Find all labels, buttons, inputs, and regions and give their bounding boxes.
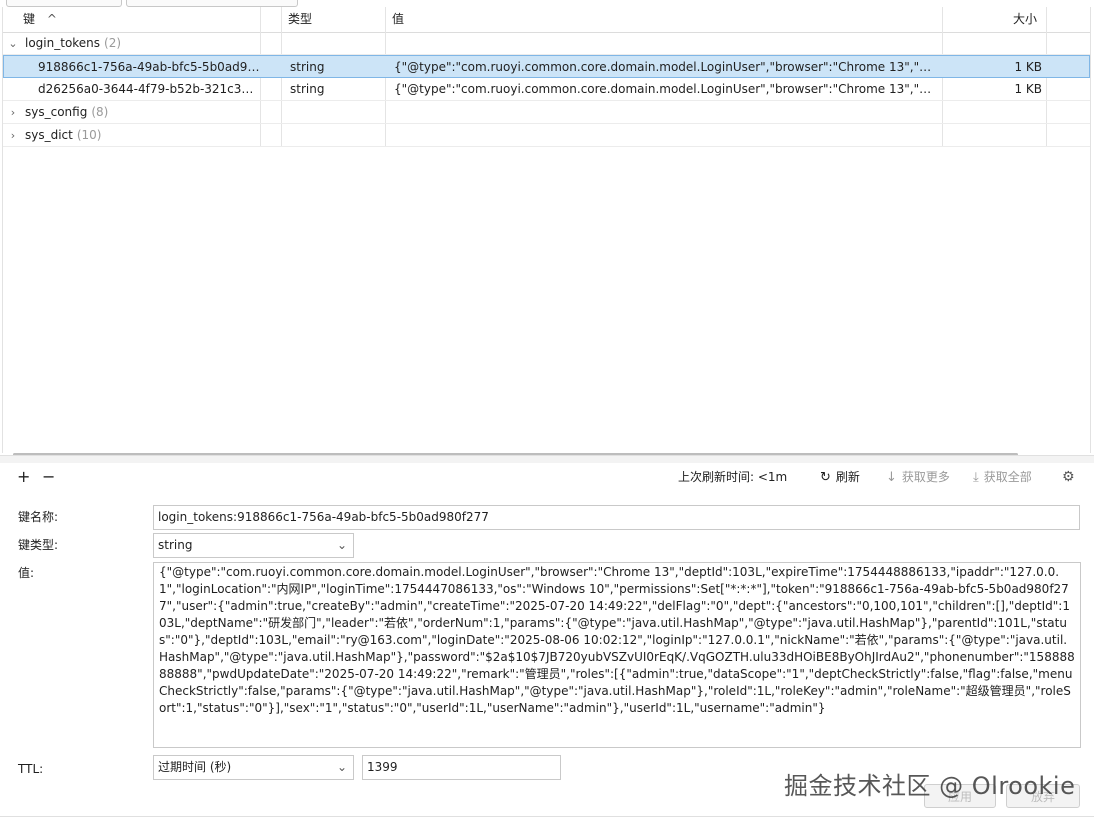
ttl-label: TTL: (18, 762, 44, 776)
header-size[interactable]: 大小 (943, 7, 1043, 32)
header-type[interactable]: 类型 (282, 7, 382, 32)
chevron-down-icon[interactable]: ⌄ (7, 32, 19, 55)
gear-icon[interactable]: ⚙ (1062, 463, 1075, 491)
group-label: login_tokens (2) (25, 32, 121, 54)
row-value: {"@type":"com.ruoyi.common.core.domain.m… (394, 60, 938, 74)
top-control-left (6, 0, 122, 7)
group-name: sys_dict (25, 128, 73, 142)
group-name: login_tokens (25, 36, 101, 50)
group-label: sys_config (8) (25, 101, 108, 123)
refresh-icon: ↻ (820, 470, 831, 485)
fetch-all-label: 获取全部 (983, 470, 1032, 484)
header-key[interactable]: 键 ^ (17, 7, 257, 32)
chevron-down-icon: ⌄ (336, 538, 347, 552)
tree-group-sys-config[interactable]: › sys_config (8) (3, 101, 1090, 124)
ttl-value: 1399 (367, 760, 398, 774)
group-name: sys_config (25, 105, 88, 119)
splitter[interactable] (0, 455, 1094, 463)
key-type-label: 键类型: (18, 538, 59, 552)
row-size: 1 KB (1014, 82, 1042, 96)
row-value: {"@type":"com.ruoyi.common.core.domain.m… (394, 82, 938, 96)
value-textarea[interactable]: {"@type":"com.ruoyi.common.core.domain.m… (153, 562, 1081, 748)
group-count: (8) (91, 105, 109, 119)
top-control-right (126, 0, 298, 7)
fetch-more-button[interactable]: ↓ 获取更多 (886, 463, 950, 491)
group-label: sys_dict (10) (25, 124, 102, 146)
key-name-input[interactable]: login_tokens:918866c1-756a-49ab-bfc5-5b0… (153, 505, 1080, 530)
key-name-value: login_tokens:918866c1-756a-49ab-bfc5-5b0… (158, 510, 489, 524)
key-type-select[interactable]: string ⌄ (153, 533, 354, 558)
ttl-value-input[interactable]: 1399 (362, 755, 561, 780)
tree-group-login-tokens[interactable]: ⌄ login_tokens (2) (3, 32, 1090, 55)
sort-asc-icon: ^ (46, 12, 57, 26)
chevron-down-icon: ⌄ (336, 760, 347, 774)
key-toolbar: + − 上次刷新时间: <1m ↻ 刷新 ↓ 获取更多 ⤓ 获取全部 ⚙ (2, 463, 1089, 491)
arrow-down-icon: ↓ (886, 470, 897, 485)
fetch-more-label: 获取更多 (901, 470, 950, 484)
add-key-button[interactable]: + (17, 463, 30, 491)
refresh-label: 刷新 (835, 470, 860, 484)
row-type: string (290, 82, 325, 96)
chevron-right-icon[interactable]: › (7, 101, 19, 124)
refresh-button[interactable]: ↻ 刷新 (820, 463, 860, 491)
group-count: (2) (104, 36, 122, 50)
value-label: 值: (18, 566, 35, 580)
fetch-all-button[interactable]: ⤓ 获取全部 (973, 463, 1032, 491)
table-row[interactable]: d26256a0-3644-4f79-b52b-321c3d0... strin… (3, 78, 1090, 101)
download-icon: ⤓ (973, 470, 979, 485)
row-type: string (290, 60, 325, 74)
bottom-border (0, 816, 1094, 817)
table-header: 键 ^ 类型 值 大小 (3, 7, 1090, 33)
row-key: d26256a0-3644-4f79-b52b-321c3d0... (38, 82, 260, 96)
group-count: (10) (76, 128, 102, 142)
remove-key-button[interactable]: − (42, 463, 55, 491)
ttl-unit-value: 过期时间 (秒) (158, 760, 232, 774)
tree-group-sys-dict[interactable]: › sys_dict (10) (3, 124, 1090, 147)
row-key: 918866c1-756a-49ab-bfc5-5b0ad98... (38, 60, 260, 74)
key-name-label: 键名称: (18, 510, 59, 524)
row-size: 1 KB (1014, 60, 1042, 74)
header-value[interactable]: 值 (386, 7, 936, 32)
key-table: 键 ^ 类型 值 大小 ⌄ login_tokens (2) 918866c1-7… (2, 7, 1091, 456)
ttl-unit-select[interactable]: 过期时间 (秒) ⌄ (153, 755, 354, 780)
key-type-value: string (158, 538, 193, 552)
chevron-right-icon[interactable]: › (7, 124, 19, 147)
header-key-label: 键 (23, 12, 36, 26)
last-refresh-label: 上次刷新时间: <1m (678, 470, 788, 484)
table-row[interactable]: 918866c1-756a-49ab-bfc5-5b0ad98... strin… (3, 55, 1090, 78)
watermark: 掘金技术社区 @ Olrookie (784, 772, 1076, 800)
